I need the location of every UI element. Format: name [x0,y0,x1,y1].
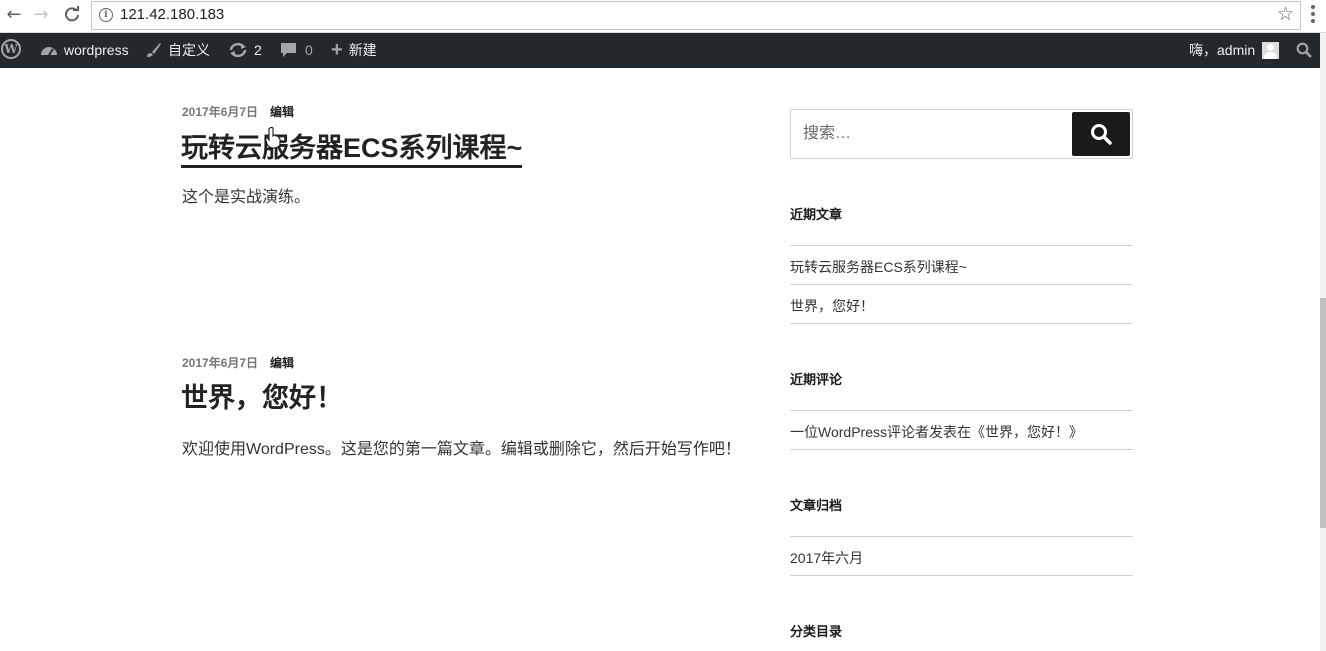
archive-link[interactable]: 2017年六月 [790,548,863,568]
post-title-link[interactable]: 玩转云服务器ECS系列课程~ [181,126,523,168]
site-name-link[interactable]: wordpress [40,33,129,68]
divider [790,575,1133,576]
sidebar-search-form [790,109,1133,159]
post-date[interactable]: 2017年6月7日 [182,356,258,370]
comment-bubble-icon [281,43,296,57]
recent-comment-link[interactable]: 一位WordPress评论者发表在《世界，您好！》 [790,422,1083,442]
search-button[interactable] [1072,112,1130,156]
account-greeting[interactable]: 嗨，admin [1189,33,1255,68]
divider [790,323,1133,324]
post-date[interactable]: 2017年6月7日 [182,105,258,119]
widget-title-recent-posts: 近期文章 [790,207,843,222]
divider [790,449,1133,450]
widget-title-categories: 分类目录 [790,624,843,639]
wordpress-logo-icon[interactable]: W [1,39,21,59]
post-meta: 2017年6月7日 编辑 [182,354,294,371]
admin-search-icon[interactable] [1296,42,1312,58]
updates-count: 2 [254,42,262,58]
page-scrollbar[interactable] [1320,33,1326,651]
search-icon [1091,124,1112,145]
new-content-link[interactable]: + 新建 [331,33,377,68]
divider [790,410,1133,411]
hand-cursor-icon [265,127,281,149]
reload-icon[interactable] [60,4,84,26]
customize-label: 自定义 [168,42,210,58]
post-title-link[interactable]: 世界，您好！ [181,376,343,415]
divider [790,536,1133,537]
browser-menu-icon[interactable] [1310,5,1316,25]
post-excerpt: 这个是实战演练。 [182,189,311,206]
brush-icon [147,43,161,57]
comments-count: 0 [305,42,313,58]
site-name-label: wordpress [64,42,129,58]
widget-title-archives: 文章归档 [790,498,843,513]
edit-link[interactable]: 编辑 [270,356,294,370]
customize-link[interactable]: 自定义 [146,33,210,68]
avatar[interactable] [1262,42,1279,59]
recent-post-link[interactable]: 玩转云服务器ECS系列课程~ [790,257,967,277]
browser-toolbar: ← → i 121.42.180.183 ☆ [0,0,1326,33]
widget-title-recent-comments: 近期评论 [790,372,843,387]
new-label: 新建 [348,42,377,58]
updates-link[interactable]: 2 [228,33,262,68]
url-text[interactable]: 121.42.180.183 [120,6,224,23]
post-excerpt: 欢迎使用WordPress。这是您的第一篇文章。编辑或删除它，然后开始写作吧！ [182,441,741,458]
edit-link[interactable]: 编辑 [270,105,294,119]
back-arrow-icon[interactable]: ← [2,4,26,26]
wp-admin-bar: W wordpress 自定义 2 0 + 新建 嗨，admin [0,33,1320,68]
scrollbar-thumb[interactable] [1320,298,1326,528]
info-icon[interactable]: i [99,8,113,22]
updates-icon [229,42,247,58]
post-meta: 2017年6月7日 编辑 [182,103,294,120]
search-input[interactable] [791,110,1061,158]
dashboard-icon [41,47,57,56]
forward-arrow-icon[interactable]: → [29,4,53,26]
plus-icon: + [331,39,343,61]
bookmark-star-icon[interactable]: ☆ [1277,3,1294,25]
recent-post-link[interactable]: 世界，您好！ [790,296,874,316]
divider [790,284,1133,285]
address-bar[interactable]: i 121.42.180.183 ☆ [91,1,1301,30]
divider [790,245,1133,246]
comments-link[interactable]: 0 [280,33,313,68]
